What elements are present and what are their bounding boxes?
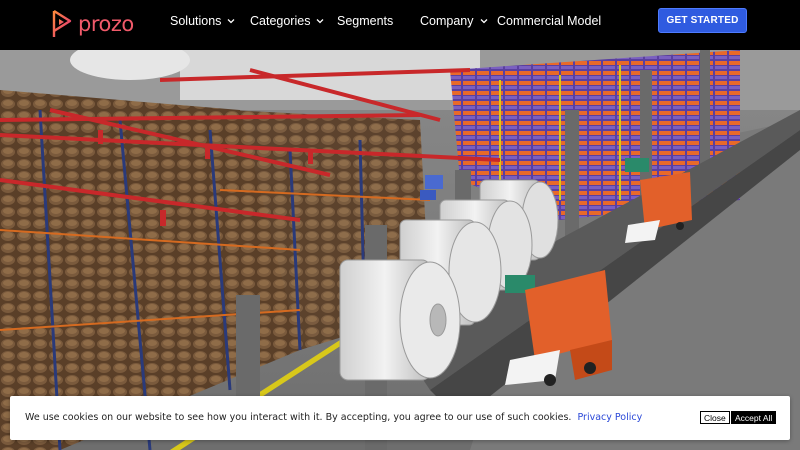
chevron-down-icon — [227, 19, 235, 24]
site-header: prozo Solutions Categories Segments Comp… — [0, 0, 800, 50]
chevron-down-icon — [480, 19, 487, 24]
nav-label: Company — [420, 14, 474, 28]
nav-categories[interactable]: Categories — [250, 14, 324, 28]
nav-company[interactable]: Company — [420, 14, 488, 28]
cookie-banner: We use cookies on our website to see how… — [10, 396, 790, 440]
nav-solutions[interactable]: Solutions — [170, 14, 235, 28]
cookie-close-button[interactable]: Close — [700, 411, 730, 424]
nav-label: Categories — [250, 14, 311, 28]
privacy-policy-link[interactable]: Privacy Policy — [577, 412, 642, 423]
nav-segments[interactable]: Segments — [337, 14, 393, 28]
cookie-accept-button[interactable]: Accept All — [731, 411, 777, 424]
warehouse-illustration — [0, 50, 800, 450]
get-started-button[interactable]: GET STARTED — [658, 8, 747, 33]
chevron-down-icon — [316, 19, 324, 24]
nav-label: Solutions — [170, 14, 222, 28]
nav-label: Commercial Model — [497, 14, 602, 28]
nav-commercial-model[interactable]: Commercial Model — [497, 14, 601, 28]
prozo-logo-icon — [52, 9, 72, 37]
hero-warehouse-scene — [0, 50, 800, 450]
cookie-message-row: We use cookies on our website to see how… — [25, 412, 642, 423]
brand-name: prozo — [78, 12, 134, 36]
nav-label: Segments — [337, 14, 394, 28]
brand-logo[interactable]: prozo — [52, 9, 134, 39]
cookie-message: We use cookies on our website to see how… — [25, 412, 572, 423]
